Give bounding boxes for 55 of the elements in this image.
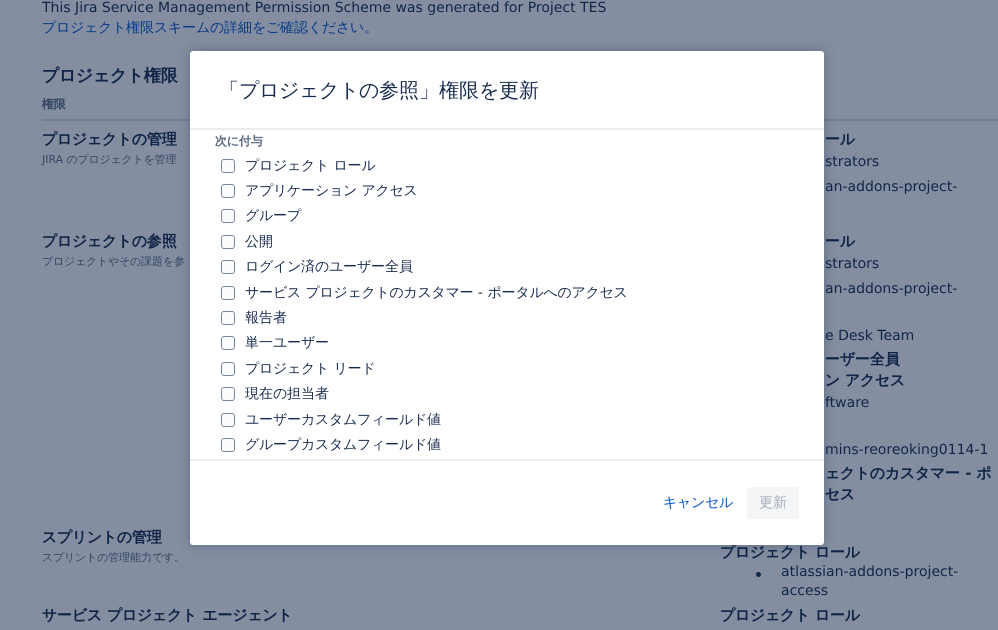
permission-name: プロジェクトの参照 [42, 231, 177, 251]
cancel-button[interactable]: キャンセル [661, 488, 735, 518]
scheme-details-link[interactable]: プロジェクト権限スキームの詳細をご確認ください。 [42, 18, 378, 38]
grant-value: ftware [825, 394, 870, 413]
grant-type: ーザー全員 [825, 349, 900, 370]
grant-value: strators [825, 153, 880, 172]
checkbox[interactable] [221, 438, 235, 452]
checkbox[interactable] [221, 286, 235, 300]
grant-value: atlassian-addons-project-access [781, 563, 960, 601]
dialog-title: 「プロジェクトの参照」権限を更新 [219, 76, 539, 104]
option-label: 単一ユーザー [245, 334, 329, 352]
grant-value: mins-reoreoking0114-1 [825, 441, 988, 460]
grant-value: strators [825, 255, 880, 274]
section-heading: プロジェクト権限 [42, 65, 178, 88]
permission-description: プロジェクトやその課題を参 [42, 254, 185, 270]
column-header: 権限 [42, 97, 66, 111]
option-label: アプリケーション アクセス [245, 182, 418, 200]
option-label: ユーザーカスタムフィールド値 [245, 410, 441, 429]
grant-value: an-addons-project- [825, 280, 958, 299]
grant-type: ェクトのカスタマー - ポ [825, 463, 992, 484]
checkbox[interactable] [221, 209, 235, 224]
grant-type: プロジェクト ロール [720, 542, 860, 563]
checkbox[interactable] [221, 387, 235, 402]
permission-description: スプリントの管理能力です。 [42, 550, 185, 566]
grant-value: e Desk Team [825, 327, 914, 346]
grant-value: an-addons-project- [825, 178, 958, 197]
option-label: サービス プロジェクトのカスタマー - ポータルへのアクセス [245, 284, 628, 302]
option-label: 現在の担当者 [245, 385, 329, 404]
permission-name: プロジェクトの管理 [42, 129, 177, 149]
permission-description: JIRA のプロジェクトを管理 [42, 152, 177, 168]
permission-name: サービス プロジェクト エージェント [42, 605, 292, 625]
section-label: 次に付与 [215, 133, 264, 149]
checkbox[interactable] [221, 336, 235, 350]
checkbox[interactable] [221, 311, 235, 326]
option-label: グループカスタムフィールド値 [245, 436, 441, 454]
checkbox[interactable] [221, 184, 235, 198]
checkbox[interactable] [221, 412, 235, 427]
grant-type: ン アクセス [825, 370, 906, 391]
checkbox[interactable] [221, 362, 235, 376]
checkbox[interactable] [221, 158, 235, 173]
option-label: プロジェクト ロール [245, 156, 376, 175]
option-label: 公開 [245, 232, 273, 251]
permission-name: スプリントの管理 [42, 527, 162, 547]
grant-type: ール [825, 129, 855, 150]
checkbox[interactable] [221, 234, 235, 249]
grant-type: プロジェクト ロール [720, 605, 860, 626]
option-label: グループ [245, 207, 301, 226]
bullet-icon [756, 572, 761, 577]
checkbox[interactable] [221, 260, 235, 274]
option-label: ログイン済のユーザー全員 [245, 258, 413, 276]
notice-text: This Jira Service Management Permission Scheme was generated for Project TES [42, 0, 606, 17]
grant-type: セス [825, 484, 855, 505]
option-label: 報告者 [245, 309, 287, 328]
option-label: プロジェクト リード [245, 360, 376, 378]
grant-type: ール [825, 231, 855, 252]
